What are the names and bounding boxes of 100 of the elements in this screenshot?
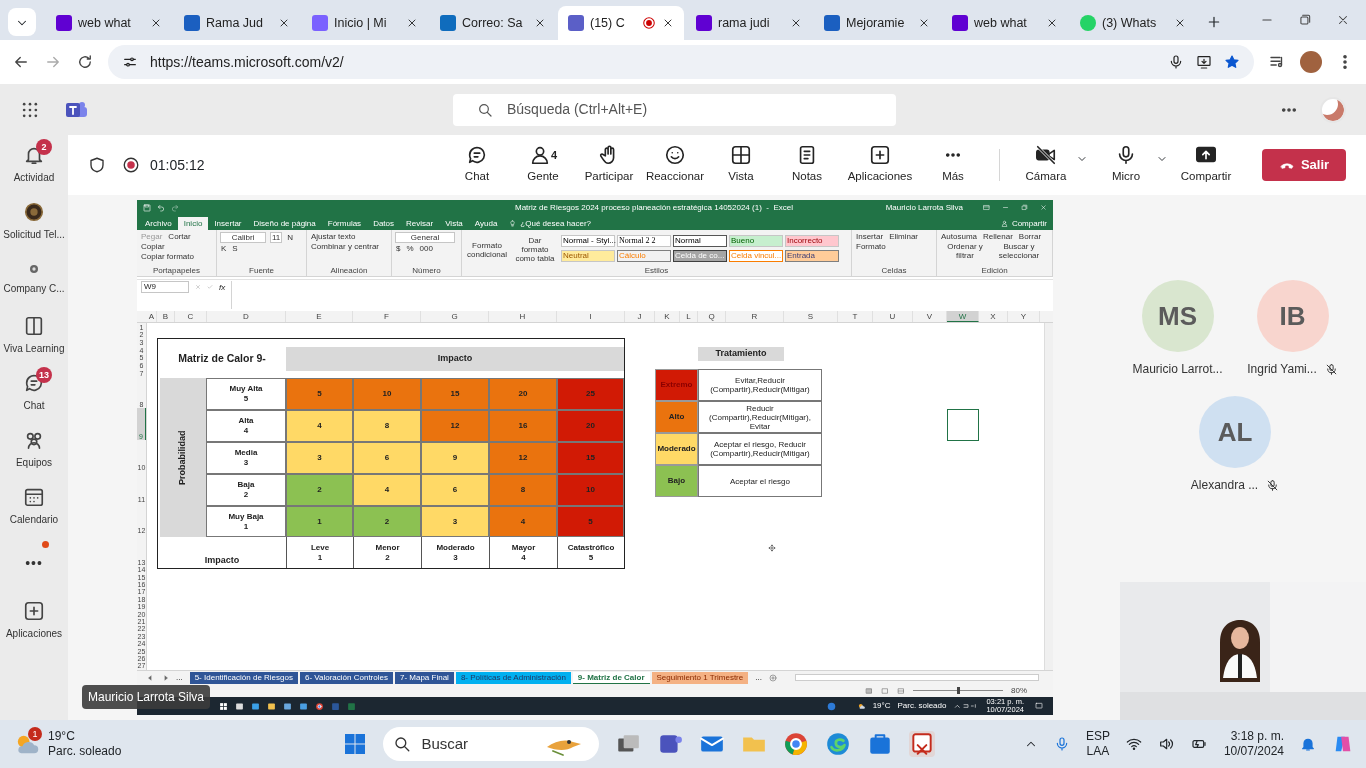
more-sheets-button[interactable]: ...: [171, 671, 188, 684]
cell-style[interactable]: Bueno: [729, 235, 783, 247]
ribbon-button[interactable]: Copiar formato: [140, 252, 195, 261]
toolbar-button[interactable]: Compartir: [1178, 144, 1234, 186]
browser-icon[interactable]: [315, 701, 324, 711]
volume-icon[interactable]: [1157, 736, 1174, 752]
ribbon-button[interactable]: Buscar y seleccionar: [994, 242, 1044, 260]
toolbar-button[interactable]: Reaccionar: [647, 144, 703, 186]
sidebar-item[interactable]: Solicitud Tel...: [0, 196, 68, 246]
ribbon-button[interactable]: 000: [418, 244, 434, 253]
browser-tab[interactable]: Rama Jud: [174, 6, 300, 40]
close-icon[interactable]: [790, 17, 802, 29]
browser-tab[interactable]: web what: [942, 6, 1068, 40]
close-icon[interactable]: [1336, 13, 1350, 27]
ribbon-button[interactable]: Dar formato como tabla: [513, 232, 557, 263]
dropdown-field[interactable]: General: [395, 232, 455, 243]
start-icon[interactable]: [343, 732, 368, 756]
sheet-tab[interactable]: 8- Políticas de Administración: [455, 671, 571, 684]
more-sheets-button[interactable]: ...: [750, 671, 767, 684]
browser-icon[interactable]: [783, 731, 810, 757]
ribbon-tab[interactable]: Insertar: [208, 217, 248, 230]
ribbon-button[interactable]: Copiar: [140, 242, 166, 251]
minimize-icon[interactable]: [1002, 204, 1009, 211]
toolbar-button[interactable]: Participar: [581, 144, 637, 186]
page-break-icon[interactable]: [897, 687, 905, 694]
dropdown-field[interactable]: Calibri: [220, 232, 266, 243]
star-icon[interactable]: [1224, 54, 1240, 70]
close-icon[interactable]: [662, 17, 674, 29]
ribbon-button[interactable]: Ajustar texto: [310, 232, 357, 241]
next-sheet-icon[interactable]: [163, 674, 169, 681]
start-icon[interactable]: [219, 701, 228, 711]
sidebar-item[interactable]: Chat 13: [0, 367, 68, 417]
clock[interactable]: 3:18 p. m. 10/07/2024: [1223, 729, 1284, 759]
previous-sheet-icon[interactable]: [147, 674, 153, 681]
close-icon[interactable]: [1046, 17, 1058, 29]
address-bar[interactable]: https://teams.microsoft.com/v2/: [108, 45, 1254, 79]
toolbar-button[interactable]: Chat: [449, 144, 505, 186]
ribbon-options-icon[interactable]: [983, 204, 990, 211]
notifications-icon[interactable]: [1035, 702, 1043, 710]
toolbar-button[interactable]: Cámara: [1018, 144, 1074, 186]
leave-button[interactable]: Salir: [1262, 149, 1346, 181]
ribbon-button[interactable]: Borrar: [1017, 232, 1043, 241]
sidebar-item[interactable]: Calendario: [0, 481, 68, 531]
tell-me-field[interactable]: ¿Qué desea hacer?: [503, 217, 598, 230]
check-icon[interactable]: [207, 284, 213, 290]
bell-icon[interactable]: [1300, 736, 1316, 752]
undo-icon[interactable]: [157, 203, 165, 212]
ribbon-tab[interactable]: Inicio: [177, 217, 209, 230]
save-icon[interactable]: [143, 203, 151, 212]
sheet-tab[interactable]: 9- Matriz de Calor: [572, 671, 650, 684]
spreadsheet-app-icon[interactable]: [347, 701, 356, 711]
ribbon-tab[interactable]: Diseño de página: [247, 217, 322, 230]
cell-style[interactable]: Normal - Styl...: [561, 235, 615, 247]
cell-style[interactable]: Normal: [673, 235, 727, 247]
close-icon[interactable]: [1174, 17, 1186, 29]
restore-icon[interactable]: [1021, 204, 1028, 211]
ribbon-tab[interactable]: Fórmulas: [321, 217, 368, 230]
sidebar-item[interactable]: •••: [0, 538, 68, 588]
close-icon[interactable]: [150, 17, 162, 29]
sheet-tab[interactable]: Seguimiento 1 Trimestre: [651, 671, 749, 684]
ribbon-button[interactable]: Formato condicional: [465, 232, 509, 263]
cell-style[interactable]: Normal 2 2: [617, 235, 671, 247]
share-button[interactable]: Compartir: [994, 217, 1053, 230]
snipping-tool-icon[interactable]: [909, 731, 936, 757]
ribbon-button[interactable]: S: [231, 244, 239, 253]
ribbon-button[interactable]: Eliminar: [888, 232, 920, 241]
ribbon-button[interactable]: $: [395, 244, 402, 253]
toolbar-button[interactable]: 4 Gente: [515, 144, 571, 186]
sheet-tab[interactable]: 7- Mapa Final: [394, 671, 454, 684]
search-field[interactable]: Búsqueda (Ctrl+Alt+E): [453, 93, 896, 126]
sheet-tab[interactable]: 5- Identificación de Riesgos: [189, 671, 298, 684]
ribbon-button[interactable]: %: [405, 244, 415, 253]
toolbar-button[interactable]: Más: [925, 144, 981, 186]
cell-style[interactable]: Neutral: [561, 250, 615, 262]
ribbon-button[interactable]: Autosuma: [940, 232, 979, 241]
cell-style[interactable]: Entrada: [785, 250, 839, 262]
close-icon[interactable]: [534, 17, 546, 29]
toolbar-button[interactable]: Vista: [713, 144, 769, 186]
zoom-slider-thumb[interactable]: [957, 687, 960, 694]
microphone-icon[interactable]: [1168, 54, 1184, 70]
ribbon-tab[interactable]: Revisar: [400, 217, 440, 230]
function-button[interactable]: fx: [219, 282, 226, 294]
scrollbar[interactable]: [1044, 323, 1053, 670]
browser-tab[interactable]: rama judi: [686, 6, 812, 40]
help-icon[interactable]: [826, 701, 836, 711]
ribbon-button[interactable]: Insertar: [855, 232, 885, 241]
ribbon-button[interactable]: Ordenar y filtrar: [940, 242, 990, 260]
restore-icon[interactable]: [1298, 13, 1312, 27]
weather-widget[interactable]: 1 19°C Parc. soleado: [12, 729, 122, 759]
reload-icon[interactable]: [76, 53, 94, 71]
more-icon[interactable]: [1280, 106, 1298, 113]
profile-avatar[interactable]: [1320, 96, 1346, 123]
sidebar-item[interactable]: Company C...: [0, 253, 68, 303]
browser-tab[interactable]: Inicio | Mi: [302, 6, 428, 40]
sidebar-item[interactable]: Aplicaciones: [0, 595, 68, 645]
ribbon-button[interactable]: K: [220, 244, 228, 253]
toolbar-button[interactable]: Micro: [1098, 144, 1154, 186]
cell-style[interactable]: Incorrecto: [785, 235, 839, 247]
sidebar-item[interactable]: Viva Learning: [0, 310, 68, 360]
sidebar-item[interactable]: Actividad 2: [0, 139, 68, 189]
